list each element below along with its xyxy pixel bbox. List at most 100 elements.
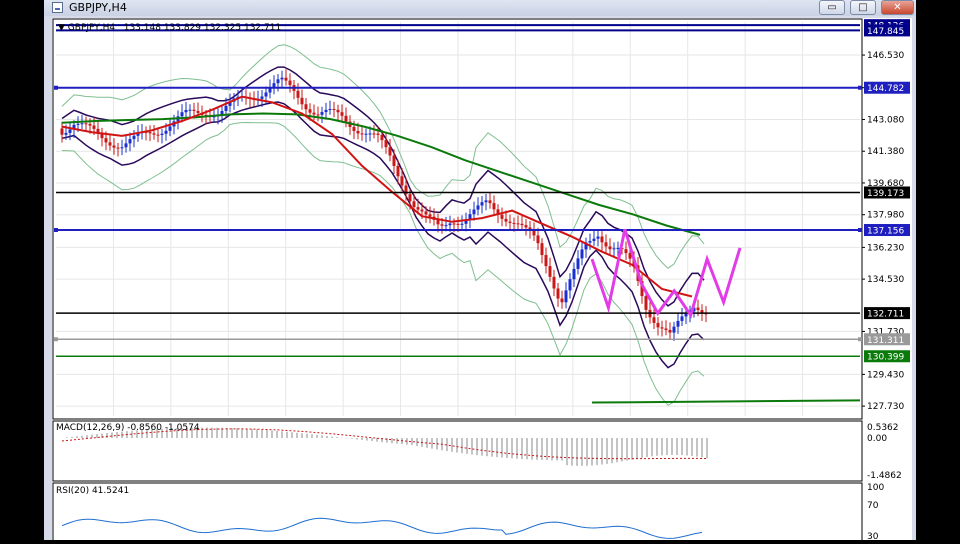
chart-window-icon xyxy=(52,2,63,13)
candle-body xyxy=(336,109,340,113)
candle-body xyxy=(280,77,284,80)
candle-body xyxy=(156,134,160,136)
minimize-button[interactable]: ▭ xyxy=(819,0,845,15)
candle-body xyxy=(312,112,316,115)
chart-window: GBPJPY,H4 ▭ □ ✕ 146.530 144.782 143.080 141… xyxy=(44,0,916,544)
lower-trendline xyxy=(591,399,861,404)
candle-body xyxy=(116,147,120,149)
candle-body xyxy=(480,202,484,206)
candle-body xyxy=(112,145,116,148)
macd-axis: 0.53620.00 -1.4862 xyxy=(867,423,902,481)
macd-label: MACD(12,26,9) -0.8560 -1.0574 xyxy=(56,423,200,433)
level-price-text: 144.782 xyxy=(867,84,904,94)
window-title-bar[interactable]: GBPJPY,H4 ▭ □ ✕ xyxy=(44,0,916,16)
candle-body xyxy=(608,246,612,250)
candle-body xyxy=(92,125,96,129)
level-handle xyxy=(54,337,58,342)
candle-body xyxy=(664,328,668,330)
candle-body xyxy=(372,133,376,135)
candle-body xyxy=(520,223,524,226)
envelope-upper xyxy=(61,66,705,307)
candle-body xyxy=(60,128,64,135)
candle-body xyxy=(160,133,164,135)
symbol-timeframe: GBPJPY,H4 xyxy=(67,23,116,33)
candle-body xyxy=(428,214,432,217)
level-price-tags: 148.126147.845144.782139.173137.156132.7… xyxy=(864,19,910,363)
candle-body xyxy=(384,140,388,148)
candle-body xyxy=(260,96,264,99)
candle-body xyxy=(656,322,660,328)
candle-body xyxy=(616,248,620,250)
candle-body xyxy=(192,109,196,111)
candle-body xyxy=(504,218,508,222)
candle-body xyxy=(148,132,152,134)
candle-body xyxy=(128,139,132,144)
candle-body xyxy=(660,327,664,329)
candle-body xyxy=(476,205,480,210)
candle-body xyxy=(536,235,540,244)
rsi-panel-frame xyxy=(52,482,863,544)
bollinger-bands xyxy=(61,44,705,406)
ohlc-readout: 133.148 133.829 132.325 132.711 xyxy=(123,23,282,33)
candle-body xyxy=(84,123,88,125)
rsi-axis: 100 70 30 xyxy=(867,483,884,542)
close-button[interactable]: ✕ xyxy=(881,0,914,15)
candle-body xyxy=(532,230,536,236)
level-handle xyxy=(858,337,862,342)
candle-body xyxy=(452,223,456,225)
price-tick-label: 134.530 xyxy=(867,275,904,285)
candle-body xyxy=(624,249,628,254)
candle-body xyxy=(524,225,528,228)
candle-body xyxy=(572,268,576,280)
chart-area[interactable]: 146.530144.782143.080141.380139.680137.9… xyxy=(52,18,912,544)
candle-body xyxy=(696,307,700,311)
candle-body xyxy=(396,165,400,177)
candle-body xyxy=(104,138,108,143)
candle-body xyxy=(412,201,416,208)
candle-body xyxy=(516,223,520,225)
candle-body xyxy=(380,134,384,141)
candle-body xyxy=(644,296,648,310)
rsi-line xyxy=(61,517,703,539)
price-tick-label: 146.530 xyxy=(867,51,904,61)
macd-histogram xyxy=(61,427,708,466)
header-dropdown-icon[interactable]: ▼ xyxy=(58,23,65,33)
candle-body xyxy=(264,92,268,97)
candle-body xyxy=(360,133,364,135)
candle-body xyxy=(676,320,680,327)
candle-body xyxy=(684,313,688,317)
candle-body xyxy=(164,130,168,134)
price-tick-label: 129.430 xyxy=(867,370,904,380)
symbol-header: ▼ GBPJPY,H4 133.148 133.829 132.325 132.… xyxy=(58,23,281,33)
candle-body xyxy=(364,133,368,135)
candle-body xyxy=(552,276,556,289)
candle-body xyxy=(672,326,676,333)
candle-body xyxy=(460,223,464,225)
price-chart-canvas[interactable]: 146.530144.782143.080141.380139.680137.9… xyxy=(52,18,912,544)
candle-body xyxy=(64,132,68,135)
candle-body xyxy=(680,316,684,321)
candle-body xyxy=(492,203,496,210)
candle-body xyxy=(276,79,280,84)
candle-body xyxy=(152,133,156,135)
candle-body xyxy=(320,112,324,115)
candle-body xyxy=(308,109,312,113)
candle-body xyxy=(596,236,600,239)
candle-body xyxy=(180,112,184,117)
candle-body xyxy=(108,142,112,146)
maximize-button[interactable]: □ xyxy=(850,0,876,15)
candle-body xyxy=(576,258,580,269)
candle-body xyxy=(124,143,128,148)
candle-body xyxy=(512,222,516,224)
candle-body xyxy=(300,97,304,105)
candle-body xyxy=(484,200,488,203)
level-handle xyxy=(54,85,58,90)
candle-body xyxy=(420,209,424,212)
candle-body xyxy=(120,147,124,149)
candle-body xyxy=(488,200,492,204)
bollinger-lower xyxy=(61,121,705,406)
candle-body xyxy=(612,248,616,250)
candle-body xyxy=(508,221,512,223)
level-price-text: 147.845 xyxy=(867,27,904,37)
candle-body xyxy=(288,80,292,86)
